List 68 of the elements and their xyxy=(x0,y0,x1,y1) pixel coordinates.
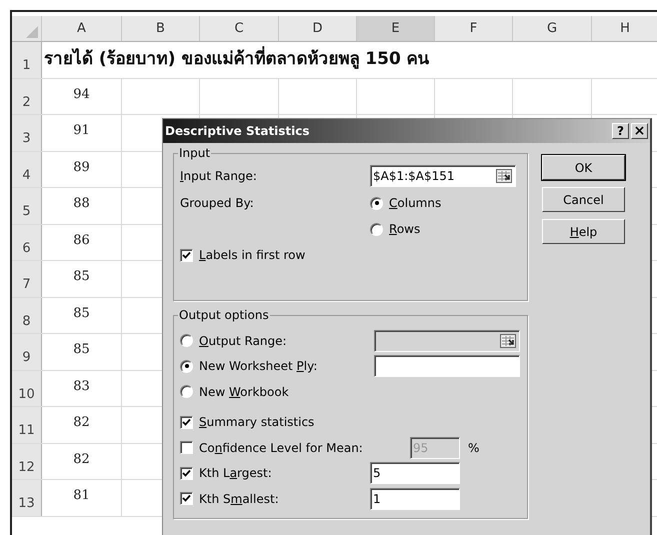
table-cell: 85 xyxy=(42,334,122,370)
checkbox[interactable] xyxy=(180,492,193,506)
row-header[interactable]: 6 xyxy=(12,224,42,260)
radio-button[interactable] xyxy=(370,196,383,210)
row-header[interactable]: 9 xyxy=(12,334,42,370)
table-cell: 85 xyxy=(42,261,122,296)
option-label[interactable]: New Workbook xyxy=(199,382,289,401)
checkbox[interactable] xyxy=(180,466,193,480)
check-icon xyxy=(182,250,191,260)
table-cell: 83 xyxy=(42,370,122,406)
row-header[interactable]: 4 xyxy=(12,152,42,187)
collapse-dialog-icon[interactable] xyxy=(496,169,512,183)
table-cell: 85 xyxy=(42,298,122,333)
check-icon xyxy=(182,418,191,427)
row-header[interactable]: 5 xyxy=(12,188,42,224)
option-label[interactable]: Output Range: xyxy=(199,332,287,350)
option-label[interactable]: Summary statistics xyxy=(199,413,314,432)
checkbox[interactable] xyxy=(180,441,193,454)
row-header[interactable]: 2 xyxy=(12,78,42,114)
checkbox-label[interactable]: Labels in first row xyxy=(199,246,306,264)
option-label[interactable]: Kth Largest: xyxy=(199,464,272,482)
table-cell: 81 xyxy=(42,480,122,516)
table-cell: 88 xyxy=(42,188,122,224)
group-title: Input xyxy=(178,146,212,160)
field-label: Input Range: xyxy=(180,168,258,185)
column-header[interactable]: E xyxy=(357,16,435,41)
table-cell: 82 xyxy=(42,407,122,442)
option-field[interactable] xyxy=(374,355,520,378)
radio-button[interactable] xyxy=(180,334,193,348)
row-header[interactable]: 10 xyxy=(12,370,42,406)
corner-triangle-icon xyxy=(26,26,38,38)
title-cell: รายได้ (ร้อยบาท) ของแม่ค้าที่ตลาดห้วยพลู 150 คน xyxy=(44,47,430,72)
dialog-button[interactable]: Cancel xyxy=(542,187,625,212)
row-header[interactable]: 3 xyxy=(12,115,42,150)
check-icon xyxy=(182,494,191,504)
row-header[interactable]: 7 xyxy=(12,261,42,296)
field-label: Grouped By: xyxy=(180,195,255,212)
option-label[interactable]: Kth Smallest: xyxy=(199,490,279,508)
row-header[interactable]: 12 xyxy=(12,444,42,479)
row-header[interactable]: 8 xyxy=(12,298,42,333)
radio-button[interactable] xyxy=(180,360,193,373)
radio-button[interactable] xyxy=(370,222,383,236)
checkbox[interactable] xyxy=(180,416,193,429)
option-field[interactable]: 1 xyxy=(370,488,460,510)
radio-label[interactable]: Columns xyxy=(389,194,442,212)
dialog-button[interactable]: OK xyxy=(542,155,625,180)
input-range-field[interactable]: $A$1:$A$151 xyxy=(370,165,516,187)
checkbox[interactable] xyxy=(180,248,193,262)
radio-button[interactable] xyxy=(180,385,193,398)
option-label[interactable]: Confidence Level for Mean: xyxy=(199,438,363,457)
option-label[interactable]: New Worksheet Ply: xyxy=(199,357,318,376)
dialog-button[interactable]: Help xyxy=(542,219,625,244)
table-cell: 89 xyxy=(42,152,122,187)
percent-sign: % xyxy=(468,440,480,457)
table-cell: 86 xyxy=(42,224,122,260)
radio-label[interactable]: Rows xyxy=(389,220,420,238)
table-cell: 82 xyxy=(42,444,122,479)
table-cell: 91 xyxy=(42,115,122,150)
option-field[interactable]: 5 xyxy=(370,462,460,484)
row-header[interactable]: 13 xyxy=(12,480,42,516)
close-button[interactable]: × xyxy=(631,123,648,139)
check-icon xyxy=(182,468,191,478)
dialog-title: Descriptive Statistics xyxy=(165,123,311,140)
group-title: Output options xyxy=(178,308,270,322)
row-header[interactable]: 1 xyxy=(12,42,42,78)
help-button[interactable]: ? xyxy=(612,123,629,139)
table-cell: 94 xyxy=(42,78,122,114)
row-header[interactable]: 11 xyxy=(12,407,42,442)
